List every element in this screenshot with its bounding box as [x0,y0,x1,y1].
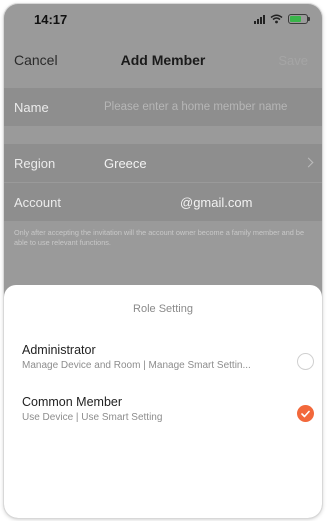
role-description: Use Device | Use Smart Setting [22,412,163,423]
radio-unchecked-icon[interactable] [297,353,314,370]
cellular-signal-icon [254,14,265,24]
checkmark-icon[interactable] [297,405,314,422]
chevron-right-icon [303,157,314,168]
invitation-hint: Only after accepting the invitation will… [14,228,304,247]
navigation-bar: Cancel Add Member Save [4,40,322,80]
account-row[interactable]: Account @gmail.com [4,183,322,221]
sheet-title: Role Setting [133,303,193,315]
name-label: Name [14,100,49,115]
status-time: 14:17 [34,12,68,27]
save-button[interactable]: Save [278,53,308,68]
status-bar: 14:17 [4,4,322,36]
role-setting-sheet: Role Setting Administrator Manage Device… [4,285,322,518]
account-value: @gmail.com [180,195,253,210]
account-label: Account [14,195,61,210]
role-description: Manage Device and Room | Manage Smart Se… [22,360,251,371]
phone-screen: 14:17 Cancel Add Member Save Name Please… [4,4,322,518]
role-name: Administrator [22,343,96,357]
name-row[interactable]: Name Please enter a home member name [4,88,322,126]
region-row[interactable]: Region Greece [4,144,322,182]
page-title: Add Member [120,52,206,68]
wifi-icon [270,14,283,24]
role-option-administrator[interactable]: Administrator Manage Device and Room | M… [4,343,322,389]
status-icons [254,13,310,25]
region-value: Greece [104,156,147,171]
role-option-common-member[interactable]: Common Member Use Device | Use Smart Set… [4,395,322,441]
name-input[interactable]: Please enter a home member name [104,101,287,113]
region-label: Region [14,156,56,171]
role-name: Common Member [22,395,123,409]
battery-charging-icon [288,14,310,24]
